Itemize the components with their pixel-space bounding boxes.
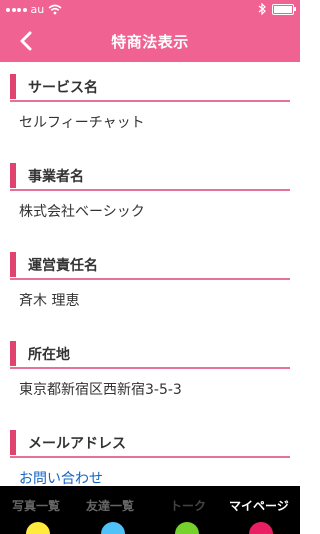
tab-bar: 写真一覧 友達一覧 トーク マイページ xyxy=(0,486,300,534)
section-title: 運営責任名 xyxy=(28,258,98,274)
section-header: 運営責任名 xyxy=(10,248,290,280)
section-email: メールアドレス お問い合わせ xyxy=(0,418,300,486)
carrier-label: au xyxy=(30,3,45,16)
friend-list-icon xyxy=(101,522,125,534)
accent-bar xyxy=(10,74,16,99)
section-title: サービス名 xyxy=(28,80,98,96)
address-value: 東京都新宿区西新宿3-5-3 xyxy=(19,382,182,398)
section-title: 所在地 xyxy=(28,347,70,363)
section-title: 事業者名 xyxy=(28,169,84,185)
section-header: メールアドレス xyxy=(10,426,290,458)
wifi-icon xyxy=(48,4,62,15)
nav-bar: 特商法表示 xyxy=(0,20,300,62)
my-page-icon xyxy=(249,522,273,534)
battery-icon xyxy=(272,3,296,15)
accent-bar xyxy=(10,430,16,455)
bluetooth-icon xyxy=(258,3,266,15)
section-address: 所在地 東京都新宿区西新宿3-5-3 xyxy=(0,329,300,418)
signal-icon xyxy=(6,7,27,12)
page-title: 特商法表示 xyxy=(111,33,189,51)
accent-bar xyxy=(10,252,16,277)
section-header: サービス名 xyxy=(10,70,290,102)
service-name-value: セルフィーチャット xyxy=(19,115,145,131)
manager-value: 斉木 理恵 xyxy=(19,293,80,309)
tab-talk[interactable]: トーク xyxy=(170,497,206,514)
section-header: 所在地 xyxy=(10,337,290,369)
tab-friend-list[interactable]: 友達一覧 xyxy=(86,497,134,514)
business-name-value: 株式会社ベーシック xyxy=(19,204,145,220)
section-service-name: サービス名 セルフィーチャット xyxy=(0,62,300,151)
tab-photo-list[interactable]: 写真一覧 xyxy=(12,497,60,514)
contact-link[interactable]: お問い合わせ xyxy=(19,468,103,486)
legal-info-list[interactable]: サービス名 セルフィーチャット 事業者名 株式会社ベーシック 運営責任名 斉木 … xyxy=(0,62,300,486)
photo-list-icon xyxy=(26,522,50,534)
talk-icon xyxy=(175,522,199,534)
section-title: メールアドレス xyxy=(28,436,126,452)
accent-bar xyxy=(10,341,16,366)
status-right xyxy=(258,3,296,15)
status-bar: au xyxy=(0,0,300,20)
section-manager: 運営責任名 斉木 理恵 xyxy=(0,240,300,329)
section-business-name: 事業者名 株式会社ベーシック xyxy=(0,151,300,240)
tab-my-page[interactable]: マイページ xyxy=(229,497,289,514)
status-left: au xyxy=(6,3,62,16)
section-header: 事業者名 xyxy=(10,159,290,191)
accent-bar xyxy=(10,163,16,188)
